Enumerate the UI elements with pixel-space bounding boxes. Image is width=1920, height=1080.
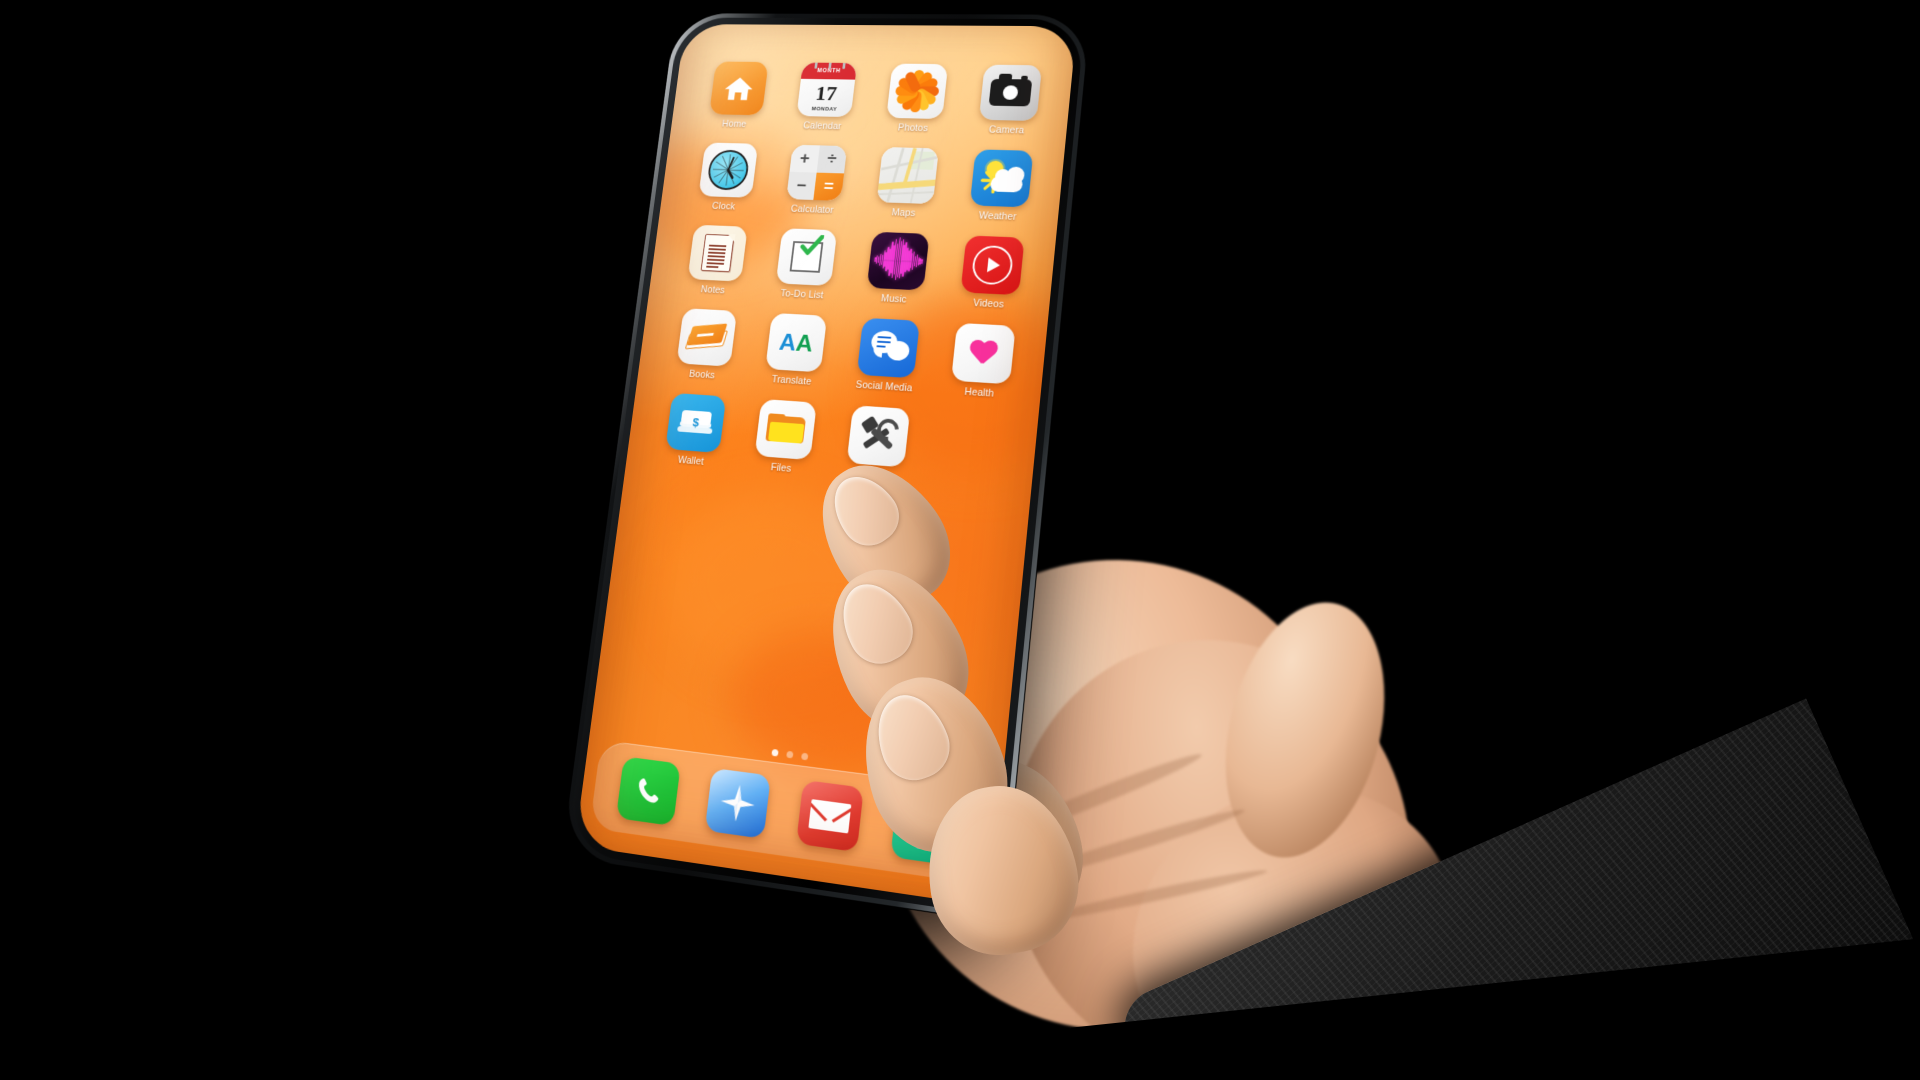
screenshot-stage: Home MONTH 17 MONDAY Calendar Photos Cam… bbox=[0, 0, 1920, 1080]
hand-foreground bbox=[0, 0, 1920, 1080]
